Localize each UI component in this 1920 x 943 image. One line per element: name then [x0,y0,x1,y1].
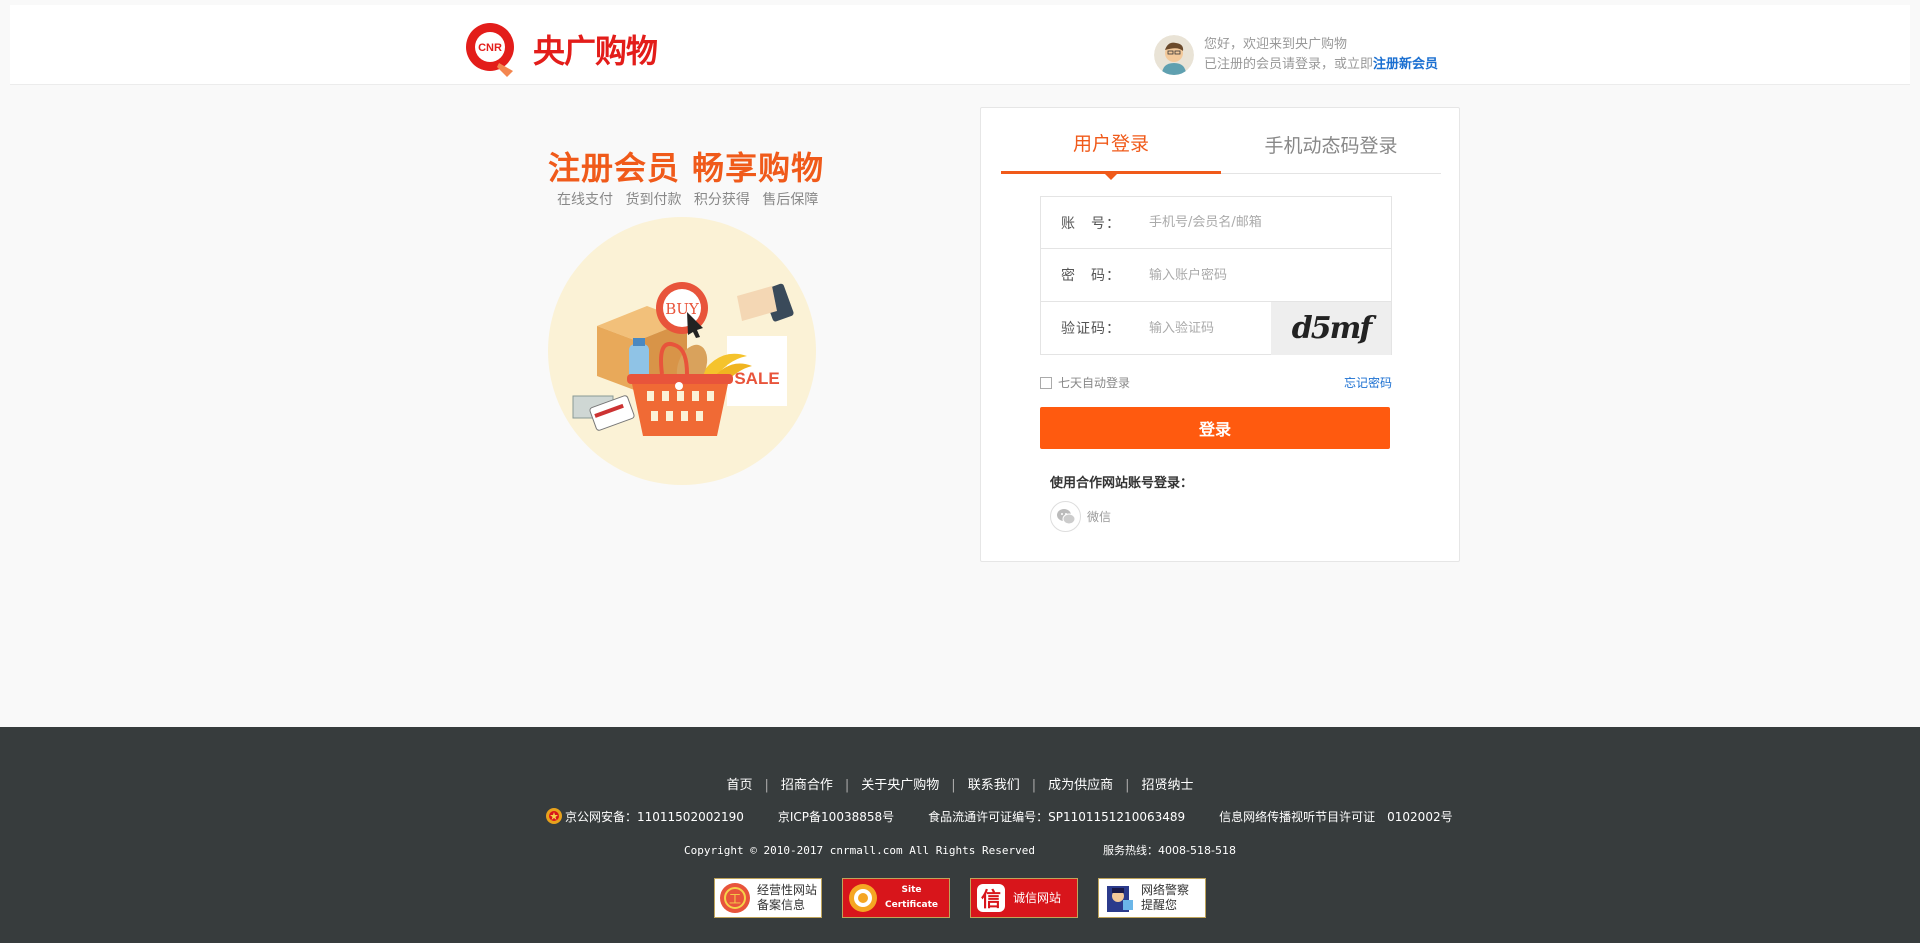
cert-line2: Certificate [885,900,939,910]
icp-record[interactable]: 京ICP备10038858号 [778,808,894,825]
footer-separator: | [764,778,769,793]
welcome-area: 您好，欢迎来到央广购物 已注册的会员请登录，或立即注册新会员 [1154,33,1438,77]
footer-link-about[interactable]: 关于央广购物 [861,778,939,793]
login-button[interactable]: 登录 [1040,407,1390,449]
account-row: 账 号： [1040,196,1392,249]
cert-line2: 提醒您 [1141,898,1178,912]
captcha-input[interactable] [1149,320,1269,336]
footer-link-careers[interactable]: 招贤纳士 [1142,778,1194,793]
footer-separator: | [844,778,850,793]
register-link[interactable]: 注册新会员 [1373,57,1438,72]
brand-name: 央广购物 [533,32,658,70]
copyright-text: Copyright © 2010-2017 cnrmall.com All Ri… [684,844,1036,857]
account-input[interactable] [1149,215,1369,230]
footer-licenses: 京公网安备：11011502002190 京ICP备10038858号 食品流通… [545,807,1487,825]
tab-user-login[interactable]: 用户登录 [1001,118,1221,180]
brand-logo[interactable]: CNR 央广购物 [461,19,658,79]
avatar [1154,35,1194,75]
av-license: 信息网络传播视听节目许可证 0102002号 [1219,809,1453,824]
police-icon [1101,880,1137,916]
red-shield-icon: 工 [717,880,753,916]
footer-link-supplier[interactable]: 成为供应商 [1048,778,1113,793]
prompt-text: 已注册的会员请登录，或立即 [1204,57,1374,72]
cert-line1: Site [901,885,922,895]
tab-sms-login[interactable]: 手机动态码登录 [1221,118,1441,174]
cert-site-certificate[interactable]: Site Certificate [842,878,950,918]
remember-checkbox[interactable] [1040,376,1052,389]
svg-text:CNR: CNR [478,42,502,54]
cert-cyber-police[interactable]: 网络警察 提醒您 [1098,878,1206,918]
promo-subtitle: 在线支付 货到付款 积分获得 售后保障 [557,192,819,208]
shopping-illustration: BUY SALE [547,216,817,486]
police-record-text: 京公网安备：11011502002190 [565,809,744,824]
cnr-logo-icon: CNR [461,19,521,79]
cert-line1: 经营性网站 [757,883,818,897]
footer-links: 首页 | 招商合作 | 关于央广购物 | 联系我们 | 成为供应商 | 招贤纳士 [0,774,1920,793]
login-panel: 用户登录 手机动态码登录 账 号： 密 码： 验证码： d5mf 七天自动登录 … [980,107,1460,562]
remember-me[interactable]: 七天自动登录 [1040,374,1130,391]
wechat-icon[interactable] [1050,501,1081,532]
greeting-text: 您好，欢迎来到央广购物 [1204,37,1348,52]
food-license: 食品流通许可证编号：SP1101151210063489 [928,809,1186,824]
footer-separator: | [951,778,956,793]
svg-text:SALE: SALE [734,369,779,388]
footer-separator: | [1125,778,1130,793]
remember-label: 七天自动登录 [1058,376,1131,390]
footer-separator: | [1031,778,1037,793]
captcha-label: 验证码： [1061,321,1121,337]
certificate-badges: 工 经营性网站 备案信息 Site Certificate 信 诚信网站 网络警察提… [714,878,1226,918]
login-options: 七天自动登录 忘记密码 [1040,374,1392,391]
svg-text:BUY: BUY [665,300,700,318]
captcha-row: 验证码： d5mf [1040,301,1392,355]
cert-business-site[interactable]: 工 经营性网站 备案信息 [714,878,822,918]
header: CNR 央广购物 您好，欢迎来到央广购物 已注册的会员请登录，或立即注册新会员 [10,5,1910,85]
cert-line2: 备案信息 [757,898,806,912]
login-tabs: 用户登录 手机动态码登录 [1001,118,1441,180]
footer-link-contact[interactable]: 联系我们 [968,778,1020,793]
password-label: 密 码： [1061,268,1121,284]
cert-line1: 网络警察 [1141,883,1190,897]
police-badge-icon [545,807,563,825]
account-label: 账 号： [1061,215,1121,232]
wechat-login[interactable]: 微信 [1050,501,1111,532]
login-form: 账 号： 密 码： 验证码： d5mf [1040,196,1392,355]
promo-title: 注册会员 畅享购物 [548,149,825,187]
cert-line1: 诚信网站 [1013,890,1062,905]
hotline-text: 服务热线：4008-518-518 [1103,844,1236,857]
footer-link-merchant[interactable]: 招商合作 [781,778,833,793]
cert-trusted-site[interactable]: 信 诚信网站 [970,878,1078,918]
site-cert-icon [845,880,881,916]
svg-text:信: 信 [981,887,1001,911]
wechat-label: 微信 [1087,510,1112,524]
partner-login-label: 使用合作网站账号登录： [1050,476,1194,491]
login-prompt: 已注册的会员请登录，或立即注册新会员 [1204,55,1438,75]
password-input[interactable] [1149,267,1369,283]
trust-icon: 信 [973,880,1009,916]
footer: 首页 | 招商合作 | 关于央广购物 | 联系我们 | 成为供应商 | 招贤纳士 京公网安备：110… [0,727,1920,943]
captcha-image[interactable]: d5mf [1271,301,1391,355]
police-record[interactable]: 京公网安备：11011502002190 [545,807,744,825]
svg-text:工: 工 [729,892,741,906]
copyright-line: Copyright © 2010-2017 cnrmall.com All Ri… [0,842,1920,858]
forgot-password-link[interactable]: 忘记密码 [1344,374,1392,391]
footer-link-home[interactable]: 首页 [726,778,752,793]
password-row: 密 码： [1040,249,1392,302]
